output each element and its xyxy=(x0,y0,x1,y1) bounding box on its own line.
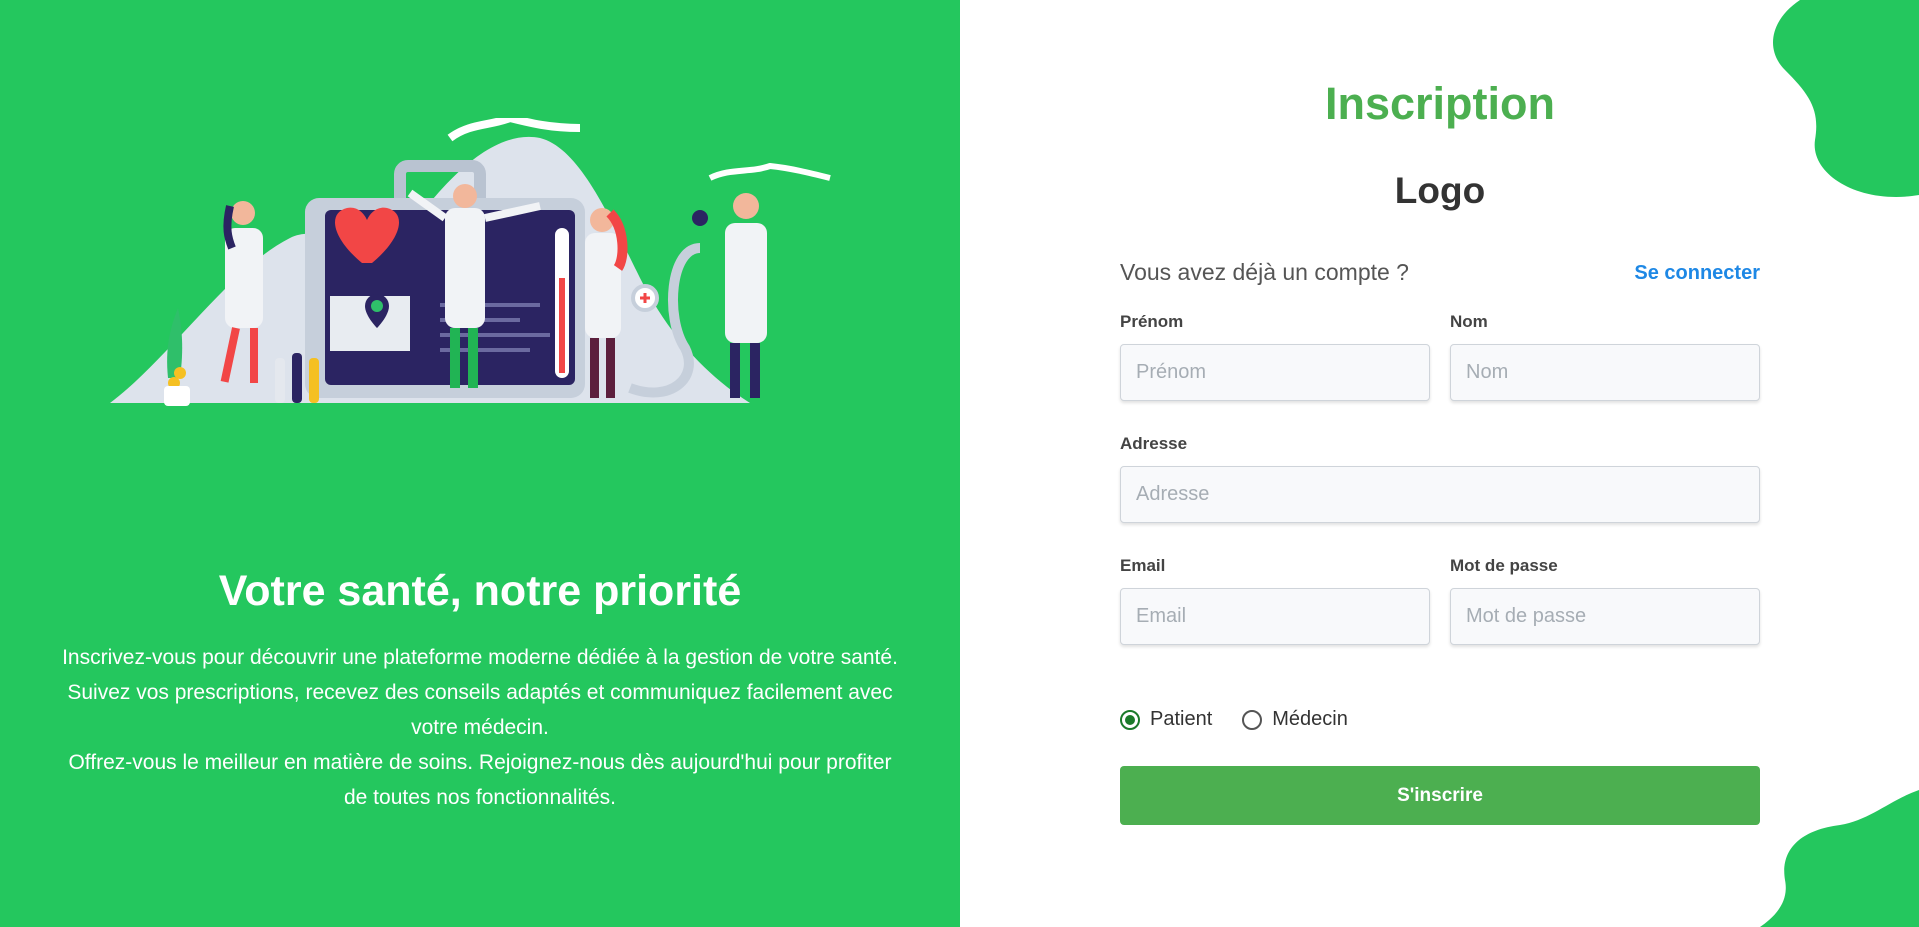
login-link[interactable]: Se connecter xyxy=(1600,262,1760,285)
medical-team-illustration xyxy=(110,118,831,406)
email-input[interactable] xyxy=(1120,588,1430,645)
prenom-input[interactable] xyxy=(1120,344,1430,401)
hero-line: de toutes nos fonctionnalités. xyxy=(343,786,616,809)
form-title: Inscription xyxy=(1324,78,1555,129)
radio-checked-icon[interactable] xyxy=(1120,709,1140,730)
hero-panel: Votre santé, notre priorité Inscrivez-vo… xyxy=(0,0,960,927)
hero-title: Votre santé, notre priorité xyxy=(218,567,742,615)
email-label: Email xyxy=(1120,556,1166,575)
signup-button[interactable]: S'inscrire xyxy=(1120,766,1760,825)
hero-description: Inscrivez-vous pour découvrir une platef… xyxy=(20,640,940,815)
adresse-label: Adresse xyxy=(1120,434,1188,453)
role-radio-group: Patient Médecin xyxy=(1120,708,1378,731)
radio-patient[interactable]: Patient xyxy=(1120,708,1212,731)
have-account-text: Vous avez déjà un compte ? xyxy=(1120,259,1409,285)
decorative-blob-top xyxy=(1773,0,1919,197)
adresse-input[interactable] xyxy=(1120,466,1760,523)
password-label: Mot de passe xyxy=(1450,556,1558,575)
decorative-blob-bottom xyxy=(1760,790,1919,927)
nom-input[interactable] xyxy=(1450,344,1760,401)
password-input[interactable] xyxy=(1450,588,1760,645)
prenom-label: Prénom xyxy=(1120,312,1184,331)
radio-unchecked-icon[interactable] xyxy=(1242,709,1263,730)
hero-line: votre médecin. xyxy=(411,716,549,739)
radio-medecin-label: Médecin xyxy=(1272,708,1348,730)
hero-line: Inscrivez-vous pour découvrir une platef… xyxy=(62,646,898,669)
nom-label: Nom xyxy=(1450,312,1488,331)
hero-line: Offrez-vous le meilleur en matière de so… xyxy=(68,751,892,774)
logo: Logo xyxy=(1394,170,1486,211)
radio-medecin[interactable]: Médecin xyxy=(1242,708,1348,731)
radio-patient-label: Patient xyxy=(1150,708,1213,730)
hero-line: Suivez vos prescriptions, recevez des co… xyxy=(67,681,893,704)
